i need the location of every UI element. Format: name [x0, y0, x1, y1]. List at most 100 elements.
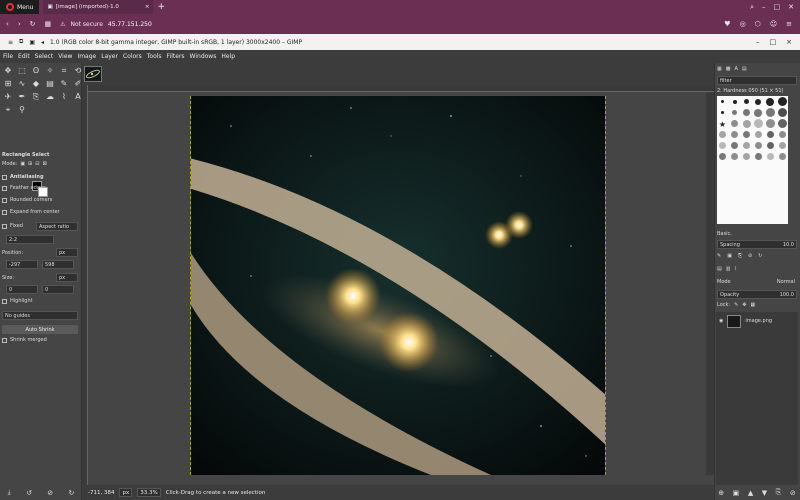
raise-layer-icon[interactable]: ▲	[748, 489, 753, 497]
menu-edit[interactable]: Edit	[18, 53, 30, 60]
brush-swatch[interactable]	[755, 98, 762, 105]
color-picker-tool-icon[interactable]: ⌖	[2, 104, 14, 115]
fixed-checkbox[interactable]	[2, 223, 7, 229]
brush-swatch[interactable]	[743, 131, 751, 138]
brush-grid[interactable]: ★	[717, 96, 788, 224]
brush-swatch[interactable]	[766, 153, 774, 160]
browser-menu-button[interactable]: Menu	[0, 0, 40, 14]
brush-swatch[interactable]	[744, 99, 750, 104]
highlight-checkbox[interactable]	[2, 298, 7, 304]
layer-name[interactable]: image.png	[745, 318, 772, 324]
close-window-icon[interactable]: ✕	[788, 3, 794, 12]
expand-option[interactable]: Expand from center	[2, 209, 60, 215]
brush-swatch[interactable]	[753, 119, 763, 128]
position-unit[interactable]: px	[56, 248, 78, 257]
star-brush-icon[interactable]: ★	[719, 120, 727, 129]
delete-layer-icon[interactable]: ⊘	[790, 489, 796, 497]
shrink-merged-option[interactable]: Shrink merged	[2, 337, 47, 343]
edit-brush-icon[interactable]: ✎	[717, 253, 721, 259]
clone-tool-icon[interactable]: ⎘	[30, 91, 42, 102]
brush-swatch[interactable]	[721, 100, 725, 103]
zoom-tool-icon[interactable]: ⚲	[16, 104, 28, 115]
smudge-tool-icon[interactable]: ☁	[44, 91, 56, 102]
brush-swatch[interactable]	[719, 142, 727, 149]
menu-filters[interactable]: Filters	[167, 53, 185, 60]
size-h-field[interactable]: 0	[42, 285, 74, 294]
rounded-checkbox[interactable]	[2, 197, 7, 203]
size-w-field[interactable]: 0	[6, 285, 38, 294]
image-tab-thumbnail[interactable]	[84, 66, 102, 82]
app-minimize-icon[interactable]: –	[756, 38, 760, 46]
refresh-brush-icon[interactable]: ↻	[758, 253, 762, 259]
auto-shrink-button[interactable]: Auto Shrink	[2, 325, 78, 334]
reset-icon[interactable]: ↻	[68, 489, 74, 497]
pencil-tool-icon[interactable]: ✎	[58, 78, 70, 89]
brush-swatch[interactable]	[743, 142, 751, 149]
feather-checkbox[interactable]	[2, 185, 7, 191]
new-layer-icon[interactable]: ⊕	[718, 489, 724, 497]
brush-swatch[interactable]	[766, 97, 775, 106]
warp-tool-icon[interactable]: ∿	[16, 78, 28, 89]
fixed-option[interactable]: Fixed	[2, 223, 23, 229]
pos-y-field[interactable]: 598	[42, 260, 74, 269]
brush-swatch[interactable]	[719, 131, 727, 138]
rect-select-tool-icon[interactable]: ⬚	[16, 65, 28, 76]
brush-swatch[interactable]	[765, 119, 775, 128]
menu-select[interactable]: Select	[35, 53, 54, 60]
spacing-field[interactable]: Spacing 10.0	[717, 240, 797, 249]
delete-preset-icon[interactable]: ⊘	[47, 489, 53, 497]
patterns-tab-icon[interactable]: ▩	[726, 66, 731, 72]
lasso-tool-icon[interactable]: ʘ	[30, 65, 42, 76]
brush-swatch[interactable]	[778, 153, 786, 160]
brush-swatch[interactable]	[731, 131, 739, 138]
menu-view[interactable]: View	[58, 53, 72, 60]
menu-colors[interactable]: Colors	[123, 53, 142, 60]
brush-swatch[interactable]	[754, 142, 762, 149]
profile-icon[interactable]: ☺	[770, 20, 777, 28]
brush-swatch[interactable]	[731, 153, 739, 160]
ink-tool-icon[interactable]: ✒	[16, 91, 28, 102]
brush-swatch[interactable]	[719, 153, 727, 160]
brush-swatch[interactable]	[721, 111, 725, 114]
browser-tab[interactable]: ▣ [image] (imported)-1.0 ×	[43, 0, 154, 14]
highlight-option[interactable]: Highlight	[2, 298, 33, 304]
brush-swatch[interactable]	[732, 110, 738, 115]
mode-subtract-icon[interactable]: ⊟	[35, 161, 39, 167]
brush-swatch[interactable]	[766, 142, 774, 149]
snapshot-icon[interactable]: ◎	[740, 20, 746, 28]
minimize-icon[interactable]: –	[762, 3, 766, 12]
crop-tool-icon[interactable]: ⌗	[58, 65, 70, 76]
path-tool-icon[interactable]: ⌇	[58, 91, 70, 102]
align-tool-icon[interactable]: ⊞	[2, 78, 14, 89]
layer-mode-value[interactable]: Normal	[777, 279, 795, 285]
lock-position-icon[interactable]: ✥	[742, 302, 746, 308]
move-tool-icon[interactable]: ✥	[2, 65, 14, 76]
fuzzy-select-tool-icon[interactable]: ✧	[44, 65, 56, 76]
mode-replace-icon[interactable]: ▣	[20, 161, 25, 167]
brush-swatch[interactable]	[742, 119, 751, 128]
brush-swatch[interactable]	[743, 109, 751, 116]
lower-layer-icon[interactable]: ▼	[762, 489, 767, 497]
settings-icon[interactable]: ≡	[786, 20, 792, 28]
feather-option[interactable]: Feather edges	[2, 185, 46, 191]
back-icon[interactable]: ‹	[6, 20, 9, 28]
save-preset-icon[interactable]: ⤓	[8, 488, 11, 497]
brush-swatch[interactable]	[765, 108, 775, 117]
brush-filter-input[interactable]: filter	[717, 76, 797, 85]
unit-dropdown[interactable]: px	[119, 488, 133, 497]
layer-mode-row[interactable]: Mode Normal	[717, 279, 799, 285]
brush-swatch[interactable]	[766, 131, 774, 138]
menu-help[interactable]: Help	[221, 53, 235, 60]
maximize-icon[interactable]: □	[774, 3, 781, 12]
app-close-icon[interactable]: ×	[786, 38, 792, 46]
brush-swatch[interactable]	[754, 131, 762, 138]
rounded-option[interactable]: Rounded corners	[2, 197, 52, 203]
mode-intersect-icon[interactable]: ⊠	[42, 161, 46, 167]
antialiasing-checkbox[interactable]	[2, 174, 7, 180]
paths-tab-icon[interactable]: ⌇	[734, 266, 736, 272]
brush-swatch[interactable]	[754, 108, 763, 117]
url-field[interactable]: ⚠ Not secure 45.77.151.250	[60, 21, 152, 28]
lock-alpha-icon[interactable]: ▦	[751, 302, 756, 308]
shrink-merged-checkbox[interactable]	[2, 337, 7, 343]
brush-swatch[interactable]	[777, 119, 787, 128]
